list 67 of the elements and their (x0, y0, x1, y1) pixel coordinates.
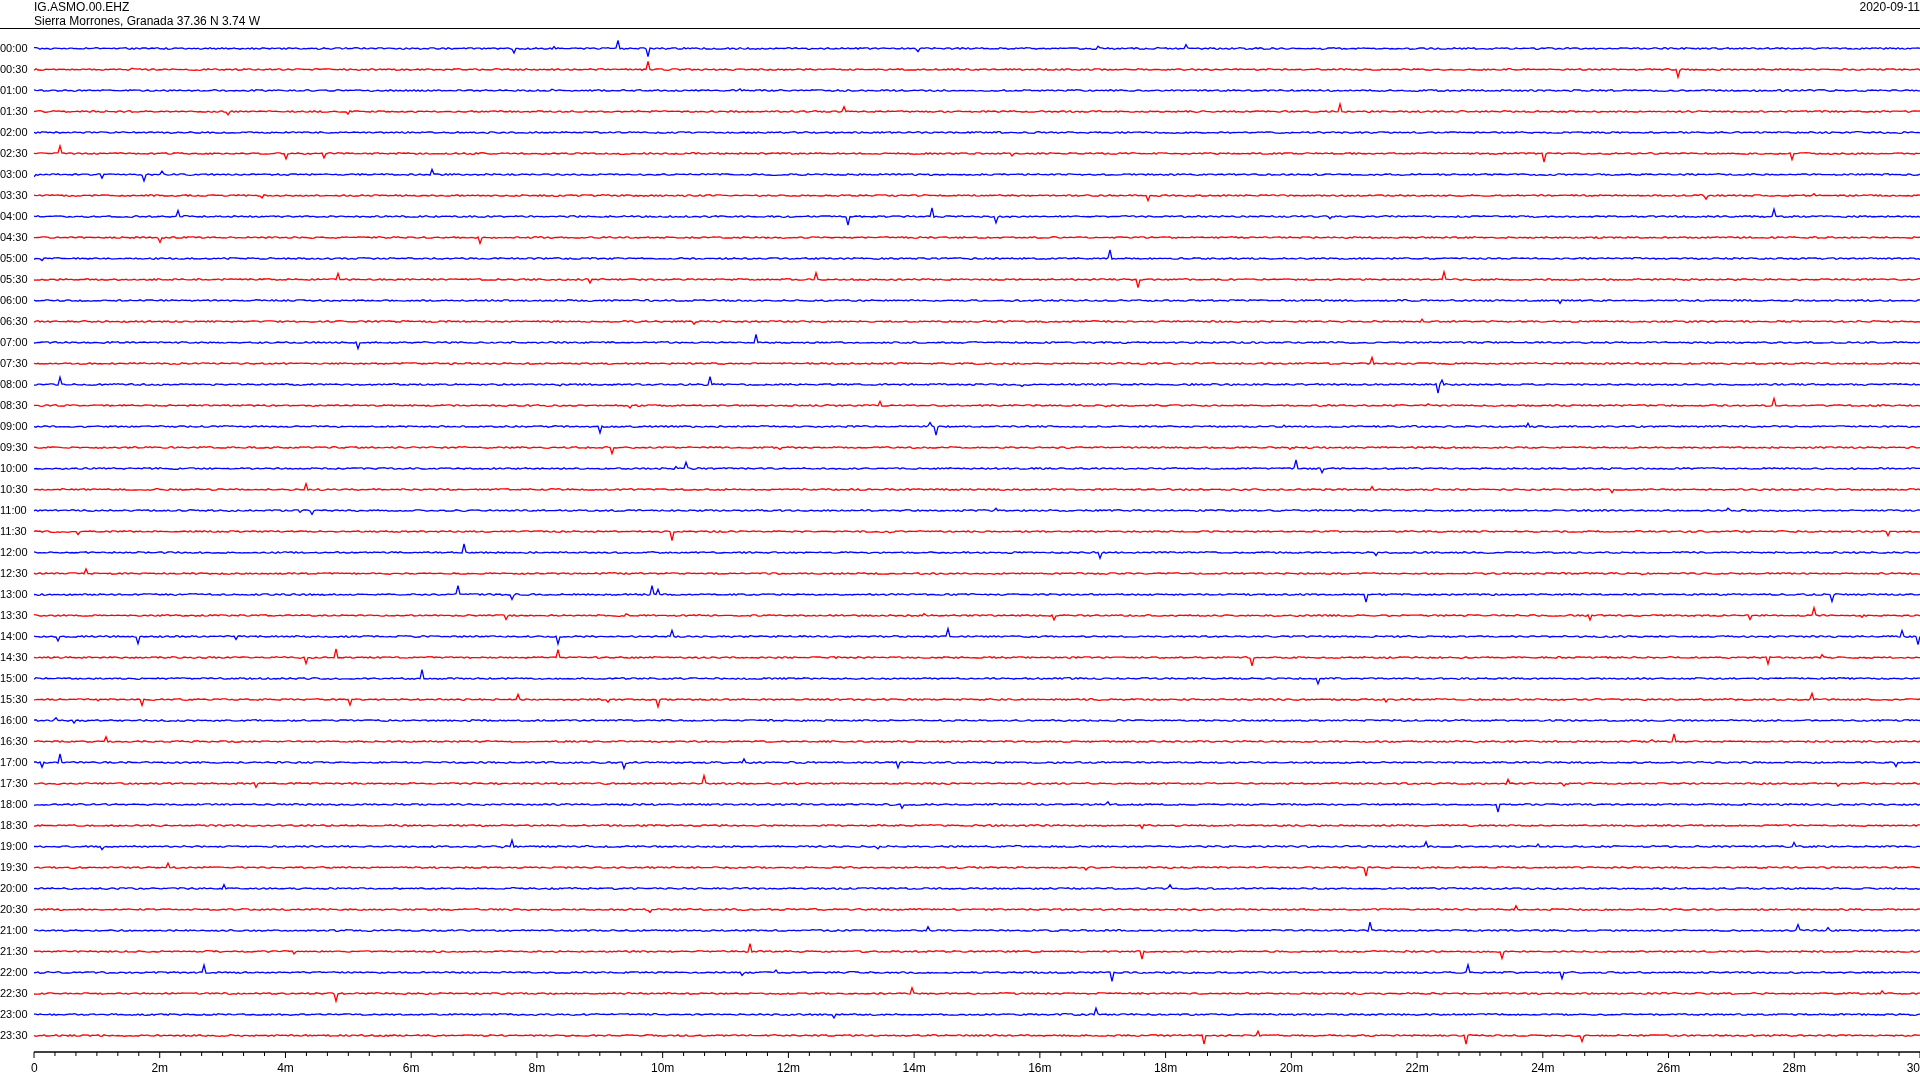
time-label: 15:00 (0, 671, 29, 686)
axis-label: 0 (31, 1061, 38, 1075)
time-label: 04:30 (0, 230, 29, 245)
time-label: 18:00 (0, 797, 29, 812)
time-label: 19:00 (0, 839, 29, 854)
axis-label: 30 (1906, 1061, 1920, 1075)
axis-label: 4m (277, 1061, 294, 1075)
time-label: 10:30 (0, 482, 29, 497)
axis-label: 22m (1405, 1061, 1429, 1075)
time-label: 07:00 (0, 335, 29, 350)
time-label: 02:30 (0, 146, 29, 161)
axis-label: 12m (776, 1061, 801, 1075)
time-label: 20:30 (0, 902, 29, 917)
time-label: 11:00 (0, 503, 28, 518)
axis-label: 18m (1153, 1061, 1178, 1075)
axis-label: 2m (151, 1061, 169, 1075)
time-label: 20:00 (0, 881, 29, 896)
time-label: 05:30 (0, 272, 29, 287)
time-label: 08:00 (0, 377, 29, 392)
time-label: 01:00 (0, 83, 29, 98)
time-label: 04:00 (0, 209, 29, 224)
time-label: 00:30 (0, 62, 29, 77)
axis-label: 14m (902, 1061, 926, 1075)
time-label: 12:30 (0, 566, 29, 581)
date-label: 2020-09-11 (1859, 0, 1920, 14)
station-location: Sierra Morrones, Granada 37.36 N 3.74 W (34, 14, 261, 28)
time-label: 21:00 (0, 923, 29, 938)
time-label: 13:30 (0, 608, 29, 623)
time-label: 00:00 (0, 41, 29, 56)
time-label: 03:30 (0, 188, 29, 203)
time-label: 14:00 (0, 629, 29, 644)
time-label: 15:30 (0, 692, 29, 707)
time-label: 17:30 (0, 776, 29, 791)
axis-label: 8m (528, 1061, 546, 1075)
time-label: 06:30 (0, 314, 29, 329)
axis-label: 16m (1028, 1061, 1052, 1075)
time-label: 08:30 (0, 398, 29, 413)
time-label: 11:30 (0, 524, 28, 539)
time-label: 14:30 (0, 650, 29, 665)
time-label: 03:00 (0, 167, 29, 182)
time-label: 05:00 (0, 251, 29, 266)
axis-label: 26m (1656, 1061, 1681, 1075)
time-label: 16:30 (0, 734, 29, 749)
time-label: 19:30 (0, 860, 29, 875)
time-label: 18:30 (0, 818, 29, 833)
time-label: 12:00 (0, 545, 29, 560)
time-label: 13:00 (0, 587, 29, 602)
time-label: 06:00 (0, 293, 29, 308)
time-label: 16:00 (0, 713, 29, 728)
time-label: 10:00 (0, 461, 29, 476)
time-label: 23:00 (0, 1007, 29, 1022)
time-label: 02:00 (0, 125, 29, 140)
time-label: 07:30 (0, 356, 29, 371)
time-label: 01:30 (0, 104, 29, 119)
axis-label: 10m (651, 1061, 675, 1075)
time-label: 23:30 (0, 1028, 29, 1043)
axis-label: 20m (1279, 1061, 1303, 1075)
axis-label: 28m (1782, 1061, 1806, 1075)
time-label: 21:30 (0, 944, 29, 959)
axis-label: 24m (1531, 1061, 1555, 1075)
time-label: 09:30 (0, 440, 29, 455)
time-label: 17:00 (0, 755, 29, 770)
time-label: 22:00 (0, 965, 29, 980)
axis-label: 6m (402, 1061, 420, 1075)
time-label: 22:30 (0, 986, 29, 1001)
time-label: 09:00 (0, 419, 29, 434)
station-code: IG.ASMO.00.EHZ (34, 0, 131, 14)
